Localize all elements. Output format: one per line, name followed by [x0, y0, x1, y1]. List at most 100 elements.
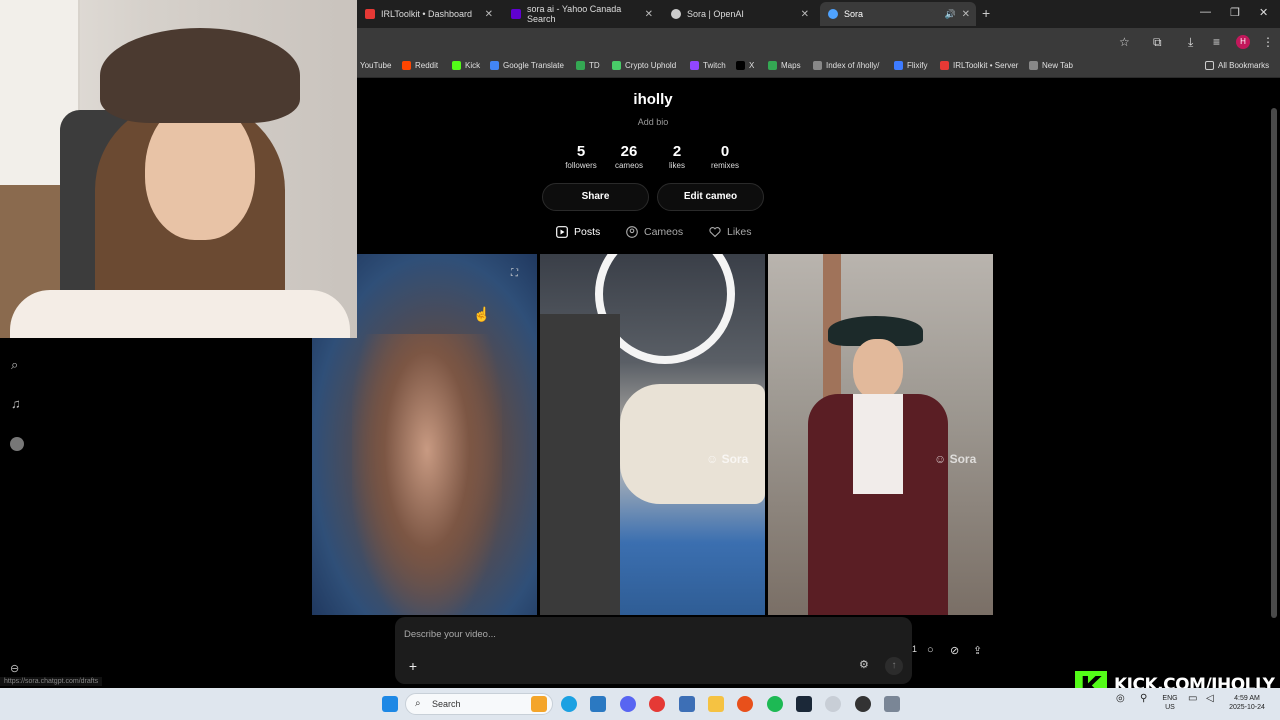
- bookmark-item[interactable]: Index of /iholly/: [813, 61, 879, 70]
- close-icon[interactable]: ✕: [645, 9, 653, 20]
- maximize-icon[interactable]: ❐: [1230, 6, 1240, 19]
- tab-irltoolkit-dashboard[interactable]: IRLToolkit • Dashboard ✕: [357, 2, 499, 26]
- bell-icon[interactable]: ♫: [11, 396, 21, 411]
- window-close-icon[interactable]: ✕: [1259, 6, 1268, 19]
- avatar[interactable]: H: [1236, 35, 1250, 49]
- bookmark-label: IRLToolkit • Server: [953, 61, 1019, 70]
- bookmark-item[interactable]: Maps: [768, 61, 801, 70]
- share-button[interactable]: Share: [542, 183, 649, 211]
- bookmark-item[interactable]: X: [736, 61, 754, 70]
- stat-cameos[interactable]: 26 cameos: [604, 143, 654, 170]
- bookmark-item[interactable]: Reddit: [402, 61, 438, 70]
- bookmark-item[interactable]: Google Translate: [490, 61, 564, 70]
- windows-start-icon[interactable]: [382, 696, 398, 712]
- menu-icon[interactable]: ⋮: [1262, 35, 1274, 49]
- new-tab-button[interactable]: +: [982, 5, 990, 21]
- microphone-icon[interactable]: ⚲: [1140, 694, 1147, 704]
- watermark-text: Sora: [721, 452, 749, 466]
- store-icon[interactable]: [590, 696, 606, 712]
- tab-label: IRLToolkit • Dashboard: [381, 9, 473, 19]
- all-bookmarks[interactable]: All Bookmarks: [1205, 61, 1269, 70]
- artist-arm: [540, 314, 620, 615]
- bookmark-item[interactable]: YouTube: [360, 61, 391, 70]
- tab-label: Cameos: [644, 226, 684, 238]
- wifi-icon[interactable]: ▭: [1188, 694, 1197, 704]
- submit-button[interactable]: ↑: [885, 657, 903, 675]
- add-bio-link[interactable]: Add bio: [560, 117, 746, 127]
- tab-yahoo-search[interactable]: sora ai - Yahoo Canada Search ✕: [503, 2, 659, 26]
- tab-sora-openai[interactable]: Sora | OpenAI ✕: [663, 2, 815, 26]
- stat-likes[interactable]: 2 likes: [652, 143, 702, 170]
- tab-sora[interactable]: Sora 🔊 ✕: [820, 2, 976, 26]
- bookmark-item[interactable]: Kick: [452, 61, 480, 70]
- settings-icon[interactable]: [884, 696, 900, 712]
- bookmark-item[interactable]: Crypto Uphold: [612, 61, 676, 70]
- language-indicator[interactable]: ENG US: [1160, 694, 1180, 712]
- file-explorer-icon[interactable]: [708, 696, 724, 712]
- bookmark-label: X: [749, 61, 755, 70]
- post-thumbnail-tattoo[interactable]: ☺ Sora: [540, 254, 765, 615]
- search-icon[interactable]: ⌕: [11, 357, 18, 373]
- app-icon[interactable]: [855, 696, 871, 712]
- select-icon[interactable]: ⛶: [511, 268, 518, 279]
- speaker-icon[interactable]: 🔊: [945, 9, 956, 20]
- count-label: 1: [912, 644, 918, 654]
- bookmark-item[interactable]: TD: [576, 61, 600, 70]
- clock[interactable]: 4:59 AM 2025-10-24: [1222, 694, 1272, 712]
- download-icon[interactable]: ⤓: [1188, 35, 1193, 50]
- edge-icon[interactable]: [561, 696, 577, 712]
- yahoo-icon: [511, 9, 521, 19]
- bookmark-item[interactable]: Twitch: [690, 61, 726, 70]
- extensions-icon[interactable]: ⧉: [1153, 35, 1162, 50]
- chrome-icon[interactable]: [649, 696, 665, 712]
- settings-sliders-icon[interactable]: ⚙: [859, 658, 869, 671]
- bookmark-label: New Tab: [1042, 61, 1073, 70]
- stat-label: followers: [565, 161, 597, 170]
- stat-label: cameos: [614, 161, 643, 170]
- tab-posts[interactable]: Posts: [556, 226, 600, 238]
- close-icon[interactable]: ✕: [485, 9, 493, 20]
- sora-watermark: ☺ Sora: [934, 452, 977, 466]
- bookmark-item[interactable]: New Tab: [1029, 61, 1073, 70]
- edit-cameo-button[interactable]: Edit cameo: [657, 183, 764, 211]
- stat-remixes[interactable]: 0 remixes: [700, 143, 750, 170]
- sora-icon: [828, 9, 838, 19]
- bookmark-label: Reddit: [415, 61, 439, 70]
- settings-icon[interactable]: ⊖: [10, 662, 19, 675]
- network-icon[interactable]: ◎: [1116, 694, 1125, 704]
- app-icon[interactable]: [825, 696, 841, 712]
- tab-label: sora ai - Yahoo Canada Search: [527, 4, 622, 24]
- close-icon[interactable]: ✕: [962, 9, 970, 20]
- spotify-icon[interactable]: [767, 696, 783, 712]
- star-icon[interactable]: ☆: [1119, 35, 1130, 49]
- discord-icon[interactable]: [620, 696, 636, 712]
- tab-cameos[interactable]: Cameos: [626, 226, 683, 238]
- bookmark-favicon-icon: [576, 61, 585, 70]
- stat-value: 5: [576, 143, 586, 160]
- steam-icon[interactable]: [796, 696, 812, 712]
- bookmark-item[interactable]: IRLToolkit • Server: [940, 61, 1018, 70]
- watermark-text: Sora: [949, 452, 977, 466]
- close-icon[interactable]: ✕: [801, 9, 809, 20]
- scrollbar[interactable]: [1271, 108, 1277, 618]
- share-icon[interactable]: ⇪: [973, 644, 982, 657]
- media-icon[interactable]: ≡: [1213, 35, 1220, 49]
- bookmark-favicon-icon: [813, 61, 822, 70]
- add-button[interactable]: +: [404, 657, 422, 675]
- prompt-input[interactable]: Describe your video...: [404, 629, 496, 640]
- remix-icon[interactable]: ⊘: [950, 644, 959, 657]
- speaker-icon[interactable]: ◁: [1206, 694, 1214, 704]
- comment-icon[interactable]: ○: [927, 644, 934, 656]
- stat-followers[interactable]: 5 followers: [556, 143, 606, 170]
- post-thumbnail-pirate[interactable]: ☺ Sora: [768, 254, 993, 615]
- tab-label: Posts: [574, 226, 601, 238]
- bookmark-item[interactable]: Flixify: [894, 61, 927, 70]
- minimize-icon[interactable]: —: [1200, 6, 1211, 18]
- pencil-app-icon[interactable]: [531, 696, 547, 712]
- tab-likes[interactable]: Likes: [709, 226, 752, 238]
- shield-app-icon[interactable]: [679, 696, 695, 712]
- bookmark-favicon-icon: [736, 61, 745, 70]
- obs-icon[interactable]: [737, 696, 753, 712]
- profile-icon[interactable]: [10, 437, 24, 451]
- bookmark-favicon-icon: [940, 61, 949, 70]
